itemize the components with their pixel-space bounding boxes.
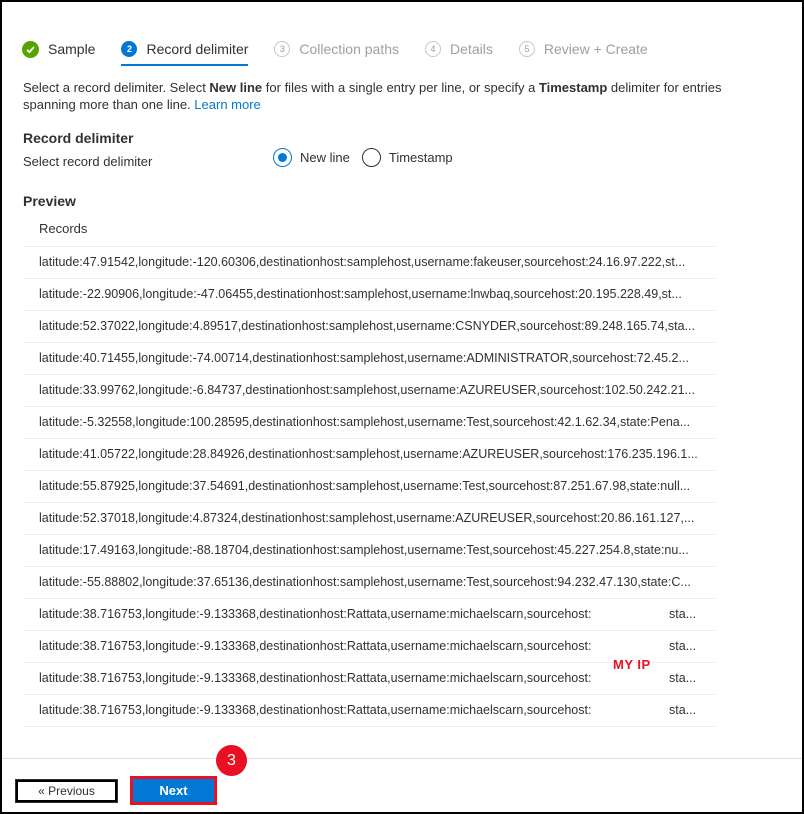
- record-cell: latitude:55.87925,longitude:37.54691,des…: [39, 479, 691, 493]
- wizard-steps: Sample 2 Record delimiter 3 Collection p…: [22, 38, 674, 66]
- radio-timestamp[interactable]: Timestamp: [361, 148, 453, 167]
- table-row[interactable]: latitude:-55.88802,longitude:37.65136,de…: [23, 567, 715, 599]
- record-cell: latitude:17.49163,longitude:-88.18704,de…: [39, 543, 689, 557]
- record-cell: latitude:52.37018,longitude:4.87324,dest…: [39, 511, 695, 525]
- record-cell: latitude:-5.32558,longitude:100.28595,de…: [39, 415, 691, 429]
- table-row[interactable]: latitude:52.37018,longitude:4.87324,dest…: [23, 503, 715, 535]
- step-label: Details: [450, 41, 493, 57]
- step-number-badge: 3: [274, 41, 291, 57]
- learn-more-link[interactable]: Learn more: [194, 97, 260, 112]
- record-cell: latitude:38.716753,longitude:-9.133368,d…: [39, 703, 592, 717]
- step-review-create[interactable]: 5 Review + Create: [518, 38, 648, 60]
- record-cell: latitude:41.05722,longitude:28.84926,des…: [39, 447, 698, 461]
- table-row[interactable]: latitude:55.87925,longitude:37.54691,des…: [23, 471, 715, 503]
- intro-text: Select a record delimiter. Select New li…: [23, 79, 723, 113]
- record-cell: latitude:52.37022,longitude:4.89517,dest…: [39, 319, 695, 333]
- step-label: Collection paths: [299, 41, 400, 57]
- record-cell: latitude:47.91542,longitude:-120.60306,d…: [39, 255, 686, 269]
- step-record-delimiter[interactable]: 2 Record delimiter: [121, 38, 249, 66]
- table-row[interactable]: latitude:41.05722,longitude:28.84926,des…: [23, 439, 715, 471]
- table-row[interactable]: latitude:33.99762,longitude:-6.84737,des…: [23, 375, 715, 407]
- record-cell: latitude:-55.88802,longitude:37.65136,de…: [39, 575, 691, 589]
- record-cell-tail: sta...: [669, 607, 697, 621]
- table-row-redacted[interactable]: latitude:38.716753,longitude:-9.133368,d…: [23, 663, 715, 695]
- radio-new-line[interactable]: New line: [273, 148, 350, 167]
- intro-bold: New line: [209, 80, 263, 95]
- my-ip-annotation: MY IP: [613, 657, 651, 672]
- record-delimiter-title: Record delimiter: [23, 130, 134, 146]
- grid-column-header: Records: [23, 214, 715, 247]
- record-cell-tail: sta...: [669, 639, 697, 653]
- table-row[interactable]: latitude:52.37022,longitude:4.89517,dest…: [23, 311, 715, 343]
- table-row[interactable]: latitude:-22.90906,longitude:-47.06455,d…: [23, 279, 715, 311]
- previous-button[interactable]: « Previous: [15, 779, 118, 803]
- step-number-badge: 5: [518, 41, 535, 57]
- record-cell-tail: sta...: [669, 671, 697, 685]
- record-cell: latitude:40.71455,longitude:-74.00714,de…: [39, 351, 689, 365]
- step-collection-paths[interactable]: 3 Collection paths: [274, 38, 399, 60]
- step-callout-badge: 3: [216, 745, 247, 776]
- intro-bold: Timestamp: [538, 80, 608, 95]
- preview-title: Preview: [23, 193, 76, 209]
- table-row-redacted[interactable]: latitude:38.716753,longitude:-9.133368,d…: [23, 631, 715, 663]
- radio-label: New line: [300, 150, 350, 165]
- table-row[interactable]: latitude:47.91542,longitude:-120.60306,d…: [23, 247, 715, 279]
- delimiter-radio-group: New line Timestamp: [273, 148, 465, 167]
- step-label: Review + Create: [543, 41, 648, 57]
- record-cell: latitude:38.716753,longitude:-9.133368,d…: [39, 639, 592, 653]
- table-row[interactable]: latitude:17.49163,longitude:-88.18704,de…: [23, 535, 715, 567]
- table-row[interactable]: latitude:40.71455,longitude:-74.00714,de…: [23, 343, 715, 375]
- table-row-redacted[interactable]: latitude:38.716753,longitude:-9.133368,d…: [23, 599, 715, 631]
- step-number-badge: 2: [121, 41, 138, 57]
- intro-part: for files with a single entry per line, …: [262, 80, 539, 95]
- step-sample[interactable]: Sample: [22, 38, 95, 60]
- step-number-badge: 4: [425, 41, 442, 57]
- select-record-delimiter-label: Select record delimiter: [23, 154, 153, 169]
- record-cell: latitude:38.716753,longitude:-9.133368,d…: [39, 607, 592, 621]
- footer-divider: [2, 758, 802, 759]
- record-cell-tail: sta...: [669, 703, 697, 717]
- checkmark-icon: [22, 40, 39, 58]
- table-row-redacted[interactable]: latitude:38.716753,longitude:-9.133368,d…: [23, 695, 715, 727]
- step-details[interactable]: 4 Details: [425, 38, 493, 60]
- table-row[interactable]: latitude:-5.32558,longitude:100.28595,de…: [23, 407, 715, 439]
- record-cell: latitude:-22.90906,longitude:-47.06455,d…: [39, 287, 682, 301]
- radio-label: Timestamp: [388, 150, 453, 165]
- intro-part: Select a record delimiter. Select: [23, 80, 210, 95]
- radio-checked-icon[interactable]: [273, 148, 292, 167]
- next-button[interactable]: Next: [130, 776, 217, 805]
- record-cell: latitude:33.99762,longitude:-6.84737,des…: [39, 383, 695, 397]
- preview-grid: Records latitude:47.91542,longitude:-120…: [23, 214, 715, 727]
- step-label: Sample: [48, 41, 96, 57]
- record-cell: latitude:38.716753,longitude:-9.133368,d…: [39, 671, 592, 685]
- step-label: Record delimiter: [146, 41, 249, 57]
- radio-unchecked-icon[interactable]: [361, 148, 381, 167]
